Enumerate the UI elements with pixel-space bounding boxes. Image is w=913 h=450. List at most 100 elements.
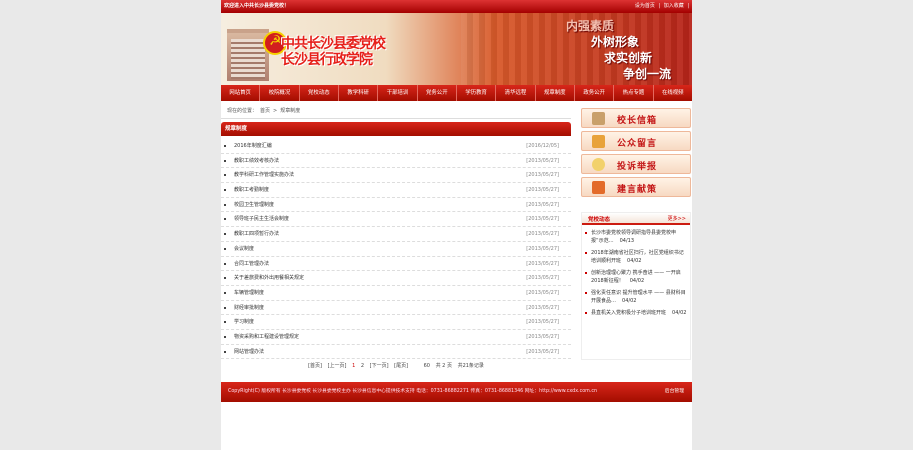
list-item: 车辆管理制度 [2013/05/27] [221, 286, 571, 301]
list-item: 领导班子民主生活会制度 [2013/05/27] [221, 212, 571, 228]
news-title: 党校动态 [588, 217, 611, 223]
nav-item-teaching[interactable]: 教学科研 [339, 85, 379, 101]
news-header: 党校动态 更多>> [582, 213, 690, 225]
list-item-date: [2013/05/27] [526, 187, 559, 194]
list-item-date: [2013/05/27] [526, 172, 559, 179]
nav-item-news[interactable]: 党校动态 [300, 85, 339, 101]
separator: | [687, 3, 689, 9]
set-homepage-link[interactable]: 设为首页 [635, 3, 655, 9]
list-item-title[interactable]: 学习制度 [234, 315, 254, 329]
public-message-button[interactable]: 公众留言 [581, 131, 691, 151]
news-item[interactable]: 长沙市委党校领导调研指导县委党校申报“示范… 04/13 [582, 227, 692, 247]
list-item: 合同工管理办法 [2013/05/27] [221, 257, 571, 272]
nav-item-training[interactable]: 干部培训 [378, 85, 418, 101]
mailbox-icon [592, 112, 605, 125]
welcome-text: 欢迎进入中共长沙县委党校！ [224, 3, 290, 9]
bullet-icon [224, 277, 226, 280]
nav-item-topics[interactable]: 热点专题 [614, 85, 654, 101]
add-favorite-link[interactable]: 加入收藏 [664, 3, 684, 9]
footer-copyright: CopyRight(C) 版权所有 长沙县委党校 长沙县委党校主办 长沙县信息中… [228, 389, 598, 394]
bullet-icon [224, 291, 226, 294]
breadcrumb: 现在的位置： 首页 > 规章制度 [221, 104, 571, 119]
breadcrumb-home[interactable]: 首页 [260, 108, 270, 114]
button-label: 公众留言 [617, 139, 658, 149]
news-item[interactable]: 县直机关入党积极分子培训班开班 04/02 [582, 307, 692, 319]
bullet-icon [224, 145, 226, 147]
nav-item-tsinghua[interactable]: 清华远程 [496, 85, 536, 101]
pager-page-1[interactable]: 1 [352, 363, 355, 369]
list-item-title[interactable]: 网站管理办法 [234, 345, 264, 359]
nav-item-overview[interactable]: 校院概况 [260, 85, 300, 101]
list-item-title[interactable]: 车辆管理制度 [234, 286, 264, 300]
pager-last[interactable]: [尾页] [394, 363, 408, 369]
news-more-link[interactable]: 更多>> [668, 215, 686, 222]
list-item-date: [2013/05/27] [526, 275, 559, 282]
list-item-date: [2013/05/27] [526, 216, 559, 223]
list-item: 校园卫生管理制度 [2013/05/27] [221, 198, 571, 213]
nav-item-home[interactable]: 网站首页 [221, 85, 261, 101]
news-item-date: 04/02 [672, 310, 687, 316]
header-banner: 中共长沙县委党校 长沙县行政学院 内强素质 外树形象 求实创新 争创一流 [221, 13, 692, 85]
bullet-icon [224, 159, 226, 162]
complaint-report-button[interactable]: 投诉举报 [581, 154, 691, 174]
list-item-title[interactable]: 教职工考勤制度 [234, 183, 269, 197]
list-item-date: [2016/12/05] [526, 143, 559, 149]
list-item: 教职工四项暂行办法 [2013/05/27] [221, 227, 571, 242]
list-item: 物资采购和工程建设管理规定 [2013/05/27] [221, 330, 571, 345]
nav-item-gov-affairs[interactable]: 政务公开 [575, 85, 615, 101]
breadcrumb-current: 规章制度 [280, 108, 301, 114]
news-item[interactable]: 2018年湖南省社区扫行，社区党组织书记培训顺利开班 04/02 [582, 247, 692, 267]
suggestion-button[interactable]: 建言献策 [581, 177, 691, 197]
pager-total-pages: 共 2 页 [435, 363, 452, 369]
pager-per-page: 60 [423, 363, 430, 369]
list-item-title[interactable]: 物资采购和工程建设管理规定 [234, 330, 299, 344]
admin-login-link[interactable]: 后台管理 [665, 382, 684, 402]
list-item-title[interactable]: 关于差旅费和外出用餐相关规定 [234, 271, 304, 285]
nav-item-education[interactable]: 学历教育 [457, 85, 497, 101]
top-links: 设为首页 | 加入收藏 | [633, 0, 689, 13]
bullet-icon [224, 321, 226, 324]
banner-title-2: 长沙县行政学院 [281, 52, 373, 68]
news-item[interactable]: 强化责任意识 提升管理水平 —— 县财科目开展食品… 04/02 [582, 287, 692, 307]
list-item-title[interactable]: 教职工绩效考核办法 [234, 154, 279, 168]
list-item-title[interactable]: 财经审批制度 [234, 301, 264, 315]
list-item-title[interactable]: 2016年制度汇编 [234, 139, 272, 153]
list-item-title[interactable]: 教学科研工作管理实施办法 [234, 168, 294, 182]
nav-item-video[interactable]: 在线视频 [654, 85, 692, 101]
bullet-icon [224, 203, 226, 206]
nav-item-party-affairs[interactable]: 党务公开 [418, 85, 457, 101]
nav-item-rules[interactable]: 规章制度 [536, 85, 575, 101]
principal-mailbox-button[interactable]: 校长信箱 [581, 108, 691, 128]
banner-slogan-4: 争创一流 [623, 67, 672, 81]
pager-next[interactable]: [下一页] [370, 363, 389, 369]
lightbulb-icon [592, 158, 605, 171]
bullet-icon [585, 292, 587, 294]
bullet-icon [224, 247, 226, 250]
pagination: [首页] [上一页] 1 2 [下一页] [尾页] 60 共 2 页 共21条记… [221, 360, 571, 372]
pager-prev[interactable]: [上一页] [328, 363, 347, 369]
list-item-date: [2013/05/27] [526, 333, 559, 340]
list-item-title[interactable]: 校园卫生管理制度 [234, 198, 274, 212]
bullet-icon [224, 174, 226, 177]
list-item-title[interactable]: 领导班子民主生活会制度 [234, 212, 289, 226]
pager-total-records: 共21条记录 [457, 363, 484, 369]
bullet-icon [224, 189, 226, 192]
news-item-date: 04/02 [627, 258, 642, 264]
button-label: 建言献策 [617, 185, 658, 195]
list-item-title[interactable]: 会议制度 [234, 242, 254, 256]
list-item-title[interactable]: 教职工四项暂行办法 [234, 227, 279, 241]
list-item-title[interactable]: 合同工管理办法 [234, 257, 269, 271]
list-item: 教学科研工作管理实施办法 [2013/05/27] [221, 168, 571, 184]
panel-title: 规章制度 [221, 122, 571, 136]
list-item-date: [2013/05/27] [526, 348, 559, 355]
site-footer: CopyRight(C) 版权所有 长沙县委党校 长沙县委党校主办 长沙县信息中… [221, 382, 692, 402]
pager-page-2[interactable]: 2 [361, 363, 364, 369]
bullet-icon [224, 262, 226, 265]
list-item: 2016年制度汇编 [2016/12/05] [221, 139, 571, 154]
list-item-date: [2013/05/27] [526, 304, 559, 311]
bullet-icon [224, 335, 226, 338]
message-icon [592, 135, 605, 148]
pager-first[interactable]: [首页] [308, 363, 322, 369]
news-item-text: 县直机关入党积极分子培训班开班 [591, 310, 667, 316]
news-item[interactable]: 创新治理理心聚力 携手奋进 —— 一开启2018新征程！ 04/02 [582, 267, 692, 287]
